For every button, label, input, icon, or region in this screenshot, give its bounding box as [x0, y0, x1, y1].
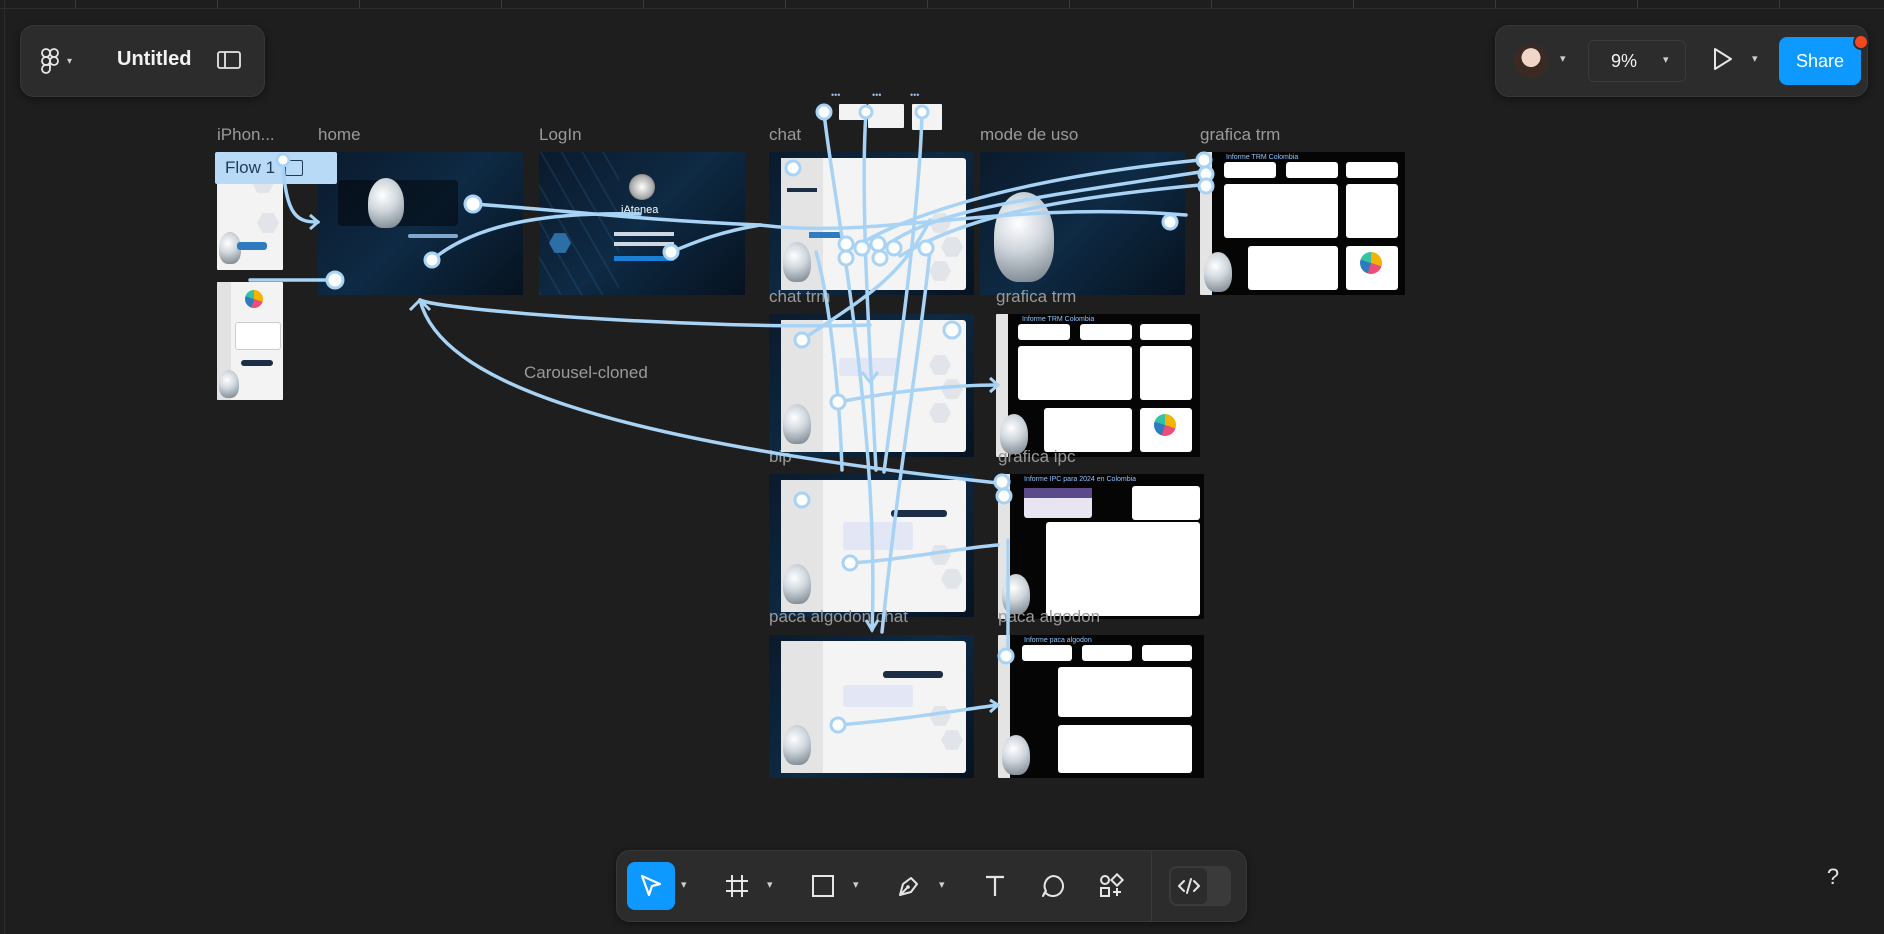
- frame-grafica-trm-2[interactable]: Informe TRM Colombia: [996, 314, 1200, 457]
- sidebar-toggle-button[interactable]: [217, 51, 241, 71]
- frame-bip[interactable]: [769, 474, 974, 617]
- chevron-down-icon[interactable]: ▾: [853, 878, 859, 891]
- help-button[interactable]: ?: [1820, 864, 1846, 890]
- frame-mini-1[interactable]: [839, 104, 867, 120]
- more-icon-1[interactable]: •••: [831, 90, 840, 100]
- left-ruler: [0, 0, 5, 934]
- play-icon: [1714, 48, 1732, 70]
- frame-grafica-trm[interactable]: Informe TRM Colombia: [1200, 152, 1405, 295]
- frame-label-iphone[interactable]: iPhon...: [217, 125, 275, 145]
- frame-login[interactable]: iAtenea: [539, 152, 745, 295]
- frame-label-login[interactable]: LogIn: [539, 125, 582, 145]
- flow-present-icon[interactable]: [285, 160, 304, 176]
- cursor-icon: [640, 874, 662, 897]
- more-icon-3[interactable]: •••: [910, 90, 919, 100]
- zoom-control[interactable]: 9% ▾: [1588, 40, 1686, 82]
- flow-starting-point[interactable]: Flow 1: [215, 152, 337, 184]
- dev-mode-toggle[interactable]: [1169, 866, 1231, 906]
- frame-label-chat-trm[interactable]: chat trm: [769, 287, 830, 307]
- chevron-down-icon: ▾: [1663, 54, 1669, 66]
- shape-tool-button[interactable]: [799, 862, 847, 910]
- frame-label-grafica-trm[interactable]: grafica trm: [1200, 125, 1280, 145]
- frame-label-carousel[interactable]: Carousel-cloned: [524, 363, 648, 383]
- toolbar-divider: [1151, 851, 1152, 921]
- actions-button[interactable]: [1087, 862, 1135, 910]
- bottom-toolbar: ▾ ▾ ▾ ▾: [616, 850, 1247, 922]
- frame-label-grafica-ipc[interactable]: grafica ipc: [998, 447, 1075, 467]
- frame-icon: [726, 875, 748, 897]
- header-panel: ▾ 9% ▾ ▾ Share: [1495, 25, 1869, 97]
- chevron-down-icon[interactable]: ▾: [767, 878, 773, 891]
- main-menu-button[interactable]: ▾: [41, 47, 87, 75]
- chevron-down-icon[interactable]: ▾: [1752, 52, 1758, 65]
- frame-label-bip[interactable]: bip: [769, 447, 792, 467]
- top-ruler: [0, 0, 1884, 9]
- move-tool-button[interactable]: [627, 862, 675, 910]
- figma-logo-icon: [41, 48, 59, 74]
- text-icon: [986, 875, 1004, 896]
- frame-label-paca-algodon-chat[interactable]: paca algodon chat: [769, 607, 908, 627]
- more-icon-2[interactable]: •••: [872, 90, 881, 100]
- paca-report-title: Informe paca algodon: [1024, 637, 1092, 644]
- actions-icon: [1100, 872, 1125, 897]
- design-canvas[interactable]: iPhon... home LogIn iAtenea chat ••• •••…: [0, 0, 1884, 934]
- frame-tool-button[interactable]: [713, 862, 761, 910]
- zoom-level: 9%: [1611, 51, 1638, 71]
- frame-label-paca-algodon[interactable]: paca algodon: [998, 607, 1100, 627]
- rectangle-icon: [812, 875, 834, 897]
- frame-label-mode-de-uso[interactable]: mode de uso: [980, 125, 1078, 145]
- code-icon: [1178, 878, 1200, 894]
- comment-icon: [1042, 875, 1064, 897]
- trm-report-title: Informe TRM Colombia: [1226, 154, 1299, 161]
- comment-tool-button[interactable]: [1029, 862, 1077, 910]
- frame-label-home[interactable]: home: [318, 125, 361, 145]
- frame-iphone-2[interactable]: [217, 282, 283, 400]
- pen-tool-button[interactable]: [885, 862, 933, 910]
- avatar[interactable]: [1514, 44, 1548, 78]
- share-button[interactable]: Share: [1779, 37, 1861, 85]
- frame-paca-algodon[interactable]: Informe paca algodon: [998, 635, 1204, 778]
- ipc-report-title: Informe IPC para 2024 en Colombia: [1024, 476, 1137, 483]
- frame-grafica-ipc[interactable]: Informe IPC para 2024 en Colombia: [998, 474, 1204, 619]
- frame-chat[interactable]: [769, 152, 974, 295]
- frame-home[interactable]: [318, 152, 523, 295]
- frame-label-chat[interactable]: chat: [769, 125, 801, 145]
- sidebar-toggle-icon: [217, 51, 241, 69]
- prototype-connections: [248, 103, 1215, 734]
- file-title[interactable]: Untitled: [117, 48, 191, 71]
- frame-mode-de-uso[interactable]: [980, 152, 1185, 295]
- file-panel: ▾ Untitled: [20, 25, 265, 97]
- chevron-down-icon[interactable]: ▾: [939, 878, 945, 891]
- chevron-down-icon[interactable]: ▾: [1560, 52, 1566, 65]
- text-tool-button[interactable]: [971, 862, 1019, 910]
- frame-label-grafica-trm-2[interactable]: grafica trm: [996, 287, 1076, 307]
- trm-report-title-2: Informe TRM Colombia: [1022, 316, 1095, 323]
- login-app-title: iAtenea: [621, 204, 659, 216]
- frame-mini-3[interactable]: [912, 104, 942, 130]
- chevron-down-icon[interactable]: ▾: [681, 878, 687, 891]
- pen-icon: [899, 877, 918, 896]
- frame-mini-2[interactable]: [868, 104, 904, 128]
- notification-dot: [1853, 34, 1869, 50]
- present-button[interactable]: [1711, 46, 1741, 76]
- frame-chat-trm[interactable]: [769, 314, 974, 457]
- frame-paca-algodon-chat[interactable]: [769, 635, 974, 778]
- flow-label: Flow 1: [225, 158, 276, 177]
- chevron-down-icon: ▾: [67, 55, 73, 67]
